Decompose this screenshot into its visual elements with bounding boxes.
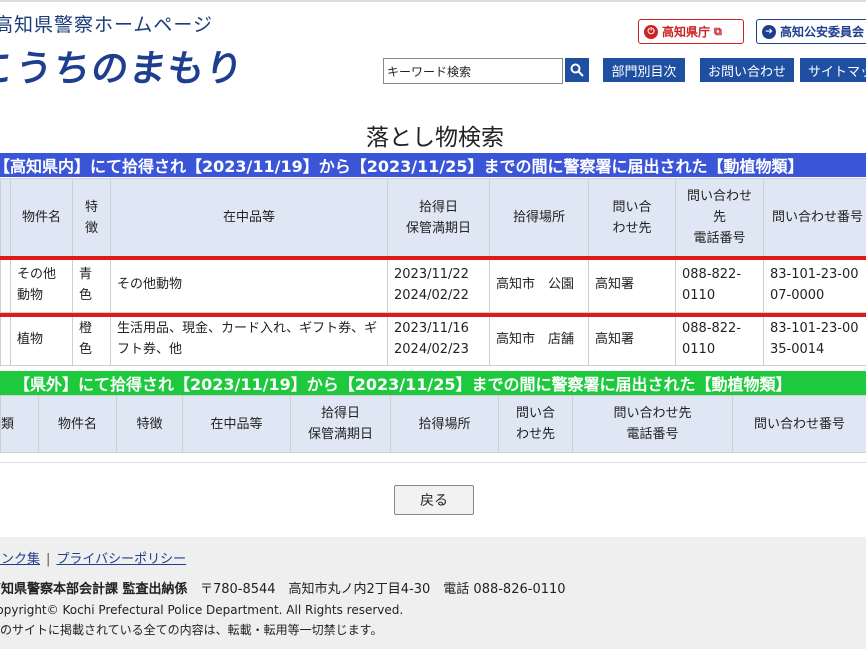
top-border (0, 0, 866, 2)
power-icon: ⏻ (644, 24, 658, 39)
department-index-button[interactable]: 部門別目次 (603, 58, 685, 82)
cell-contents: 生活用品、現金、カード入れ、ギフト券、ギフト券、他 (110, 312, 388, 366)
col-header-place: 拾得場所 (489, 178, 589, 257)
cell-contact: 高知署 (588, 256, 676, 313)
col-header-item: 物件名 (10, 178, 73, 257)
col-header-type (0, 178, 11, 257)
highlight-line-bottom (0, 313, 866, 317)
pref-office-label: 高知県庁 (662, 25, 711, 39)
col-header-contact: 問い合 わせ先 (498, 395, 573, 453)
footer-links: リンク集 | プライバシーポリシー (0, 548, 186, 567)
footer-link-links[interactable]: リンク集 (0, 552, 40, 567)
page-title: 落とし物検索 (366, 125, 504, 151)
back-button[interactable]: 戻る (394, 485, 474, 515)
highlight-line-top (0, 256, 866, 260)
external-link-icon: ⧉ (714, 24, 722, 38)
footer-organization: 高知県警察本部会計課 監査出納係 〒780-8544 高知市丸ノ内2丁目4-30… (0, 578, 566, 597)
cell-dates: 2023/11/22 2024/02/22 (387, 256, 490, 313)
footer-link-privacy[interactable]: プライバシーポリシー (56, 552, 186, 567)
results-table-prefecture: 物件名 特徴 在中品等 拾得日 保管満期日 拾得場所 問い合 わせ先 問い合わせ先電… (0, 178, 866, 366)
cell-item: 植物 (10, 312, 73, 366)
footer-org-name: 高知県警察本部会計課 監査出納係 (0, 582, 188, 597)
table-header-row: 物件名 特徴 在中品等 拾得日 保管満期日 拾得場所 問い合 わせ先 問い合わせ先電… (0, 178, 866, 257)
col-header-feature: 特徴 (72, 178, 111, 257)
cell-feature: 橙色 (72, 312, 111, 366)
col-header-number: 問い合わせ番号 (732, 395, 866, 453)
section1-banner: 【高知県内】にて拾得され【2023/11/19】から【2023/11/25】まで… (0, 153, 866, 177)
col-header-item: 物件名 (38, 395, 117, 453)
col-header-feature: 特徴 (116, 395, 183, 453)
contact-button[interactable]: お問い合わせ (700, 58, 794, 82)
public-safety-commission-button[interactable]: ➔ 高知公安委員会 (756, 19, 866, 44)
col-header-contact: 問い合 わせ先 (588, 178, 676, 257)
footer-copyright: Copyright© Kochi Prefectural Police Depa… (0, 603, 404, 617)
section2-banner: 【県外】にて拾得され【2023/11/19】から【2023/11/25】までの間… (0, 371, 866, 395)
table-header-row: 類 物件名 特徴 在中品等 拾得日 保管満期日 拾得場所 問い合 わせ先 問い合わせ… (0, 395, 866, 453)
col-header-phone: 問い合わせ先電話番号 (675, 178, 764, 257)
cell-number: 83-101-23-00 35-0014 (763, 312, 866, 366)
cell-type (0, 312, 11, 366)
col-header-contents: 在中品等 (110, 178, 388, 257)
site-logo[interactable]: こうちのまもり (0, 38, 248, 92)
divider (0, 462, 866, 463)
cell-place: 高知市 店舗 (489, 312, 589, 366)
col-header-type: 類 (0, 395, 39, 453)
search-button[interactable] (565, 58, 589, 82)
cell-contact: 高知署 (588, 312, 676, 366)
cell-contents: その他動物 (110, 256, 388, 313)
cell-phone: 088-822- 0110 (675, 256, 764, 313)
footer-link-separator: | (46, 552, 51, 567)
cell-item: その他 動物 (10, 256, 73, 313)
col-header-dates: 拾得日 保管満期日 (387, 178, 490, 257)
cell-type (0, 256, 11, 313)
col-header-phone: 問い合わせ先電話番号 (572, 395, 733, 453)
results-table-outside: 類 物件名 特徴 在中品等 拾得日 保管満期日 拾得場所 問い合 わせ先 問い合わせ… (0, 395, 866, 453)
site-title: 高知県警察ホームページ (0, 14, 214, 36)
col-header-contents: 在中品等 (182, 395, 291, 453)
arrow-circle-icon: ➔ (762, 24, 776, 39)
footer-org-address: 〒780-8544 高知市丸ノ内2丁目4-30 電話 088-826-0110 (199, 582, 566, 597)
sitemap-button[interactable]: サイトマップ (800, 58, 866, 82)
cell-dates: 2023/11/16 2024/02/23 (387, 312, 490, 366)
cell-place: 高知市 公園 (489, 256, 589, 313)
table-row[interactable]: 植物 橙色 生活用品、現金、カード入れ、ギフト券、ギフト券、他 2023/11/… (0, 312, 866, 366)
col-header-dates: 拾得日 保管満期日 (290, 395, 391, 453)
magnifier-icon (570, 63, 584, 77)
pref-office-button[interactable]: ⏻ 高知県庁 ⧉ (638, 19, 744, 44)
cell-phone: 088-822- 0110 (675, 312, 764, 366)
footer-notice: このサイトに掲載されている全ての内容は、転載・転用等一切禁じます。 (0, 623, 383, 637)
col-header-place: 拾得場所 (390, 395, 499, 453)
search-input[interactable] (383, 58, 563, 84)
col-header-number: 問い合わせ番号 (763, 178, 866, 257)
cell-feature: 青色 (72, 256, 111, 313)
public-safety-commission-label: 高知公安委員会 (780, 25, 865, 39)
table-row[interactable]: その他 動物 青色 その他動物 2023/11/22 2024/02/22 高知市 … (0, 256, 866, 313)
cell-number: 83-101-23-00 07-0000 (763, 256, 866, 313)
